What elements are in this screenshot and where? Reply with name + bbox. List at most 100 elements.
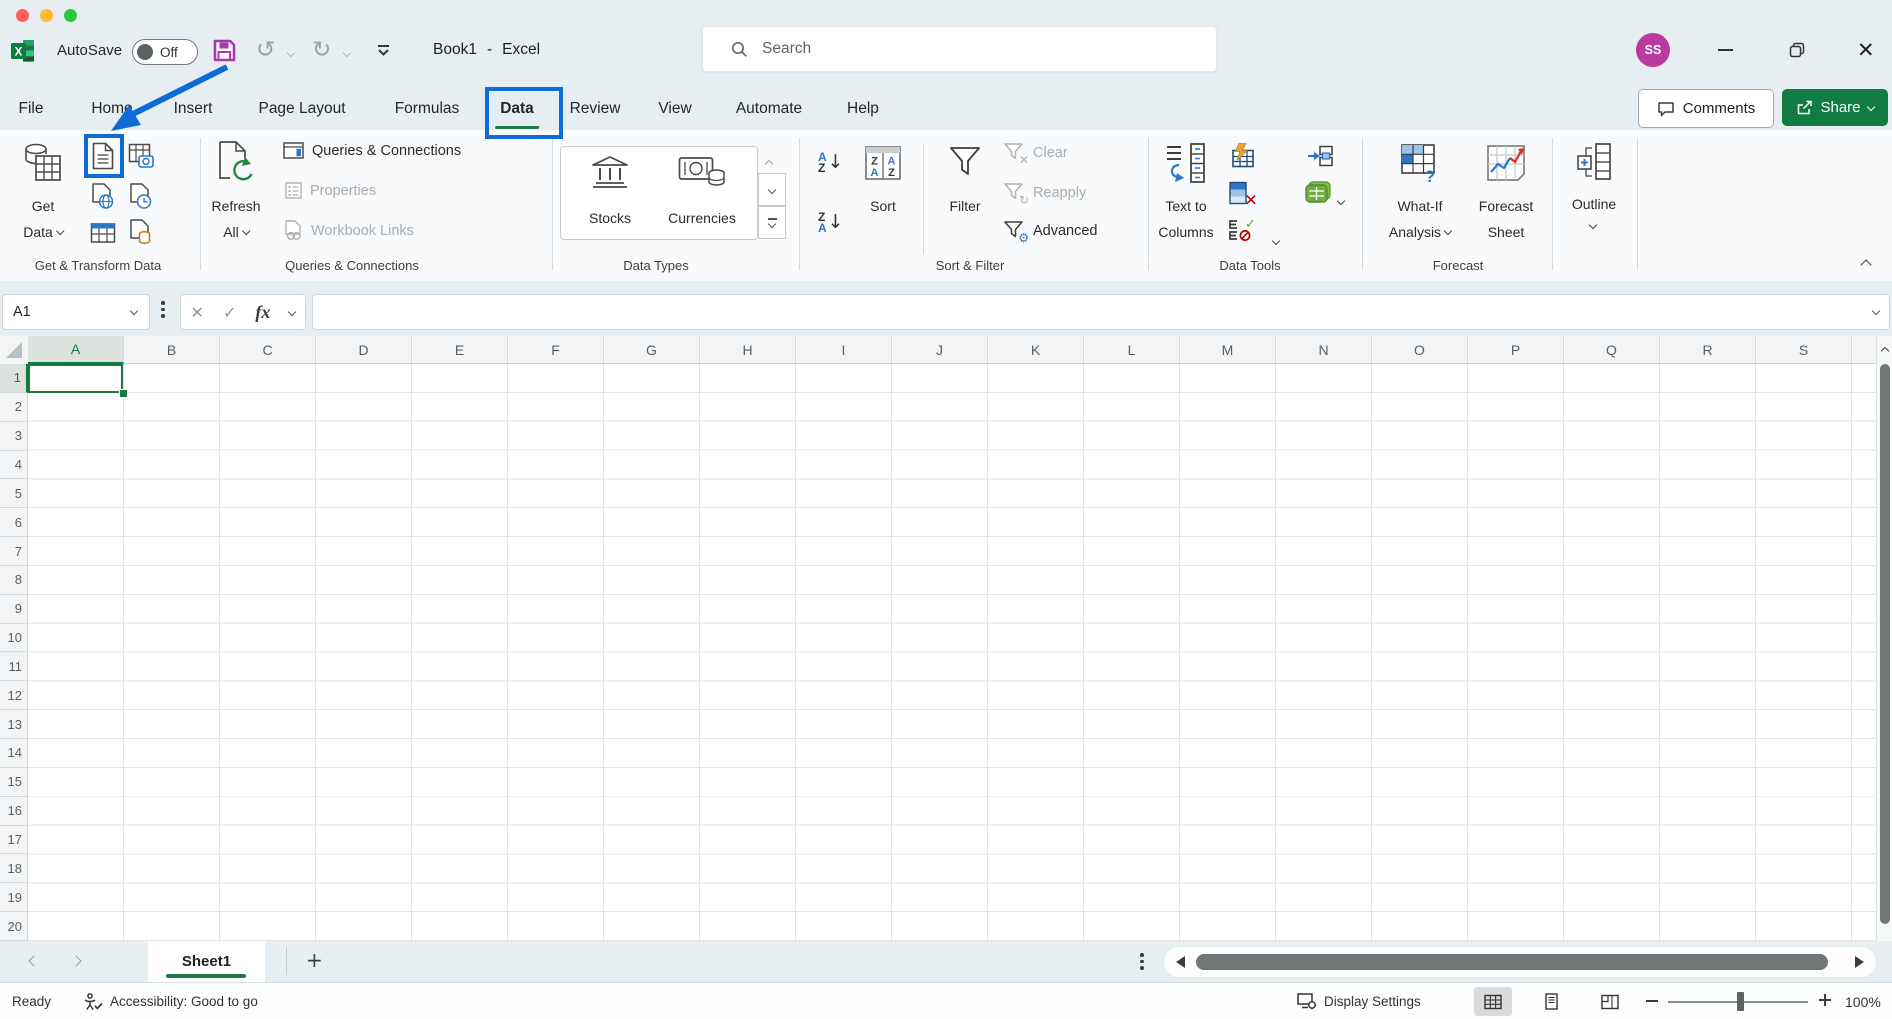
- sort-descending-icon[interactable]: ZA↓: [818, 212, 844, 234]
- comments-button[interactable]: Comments: [1638, 89, 1774, 128]
- column-header-H[interactable]: H: [700, 336, 796, 364]
- column-header-Q[interactable]: Q: [1564, 336, 1660, 364]
- currencies-icon[interactable]: [678, 156, 726, 188]
- tab-formulas[interactable]: Formulas: [389, 96, 466, 122]
- sort-ascending-icon[interactable]: AZ↓: [818, 152, 844, 174]
- name-box-dropdown-icon[interactable]: [130, 307, 138, 315]
- column-header-P[interactable]: P: [1468, 336, 1564, 364]
- accessibility-status[interactable]: Accessibility: Good to go: [84, 983, 258, 1019]
- row-header-7[interactable]: 7: [0, 537, 28, 566]
- row-header-4[interactable]: 4: [0, 451, 28, 480]
- formula-input[interactable]: [323, 303, 1847, 321]
- fill-handle[interactable]: [119, 389, 128, 398]
- gallery-scroll-down-button[interactable]: [758, 173, 786, 206]
- flash-fill-icon[interactable]: [1229, 143, 1257, 170]
- select-all-corner[interactable]: [0, 336, 29, 365]
- what-if-label-1[interactable]: What-If: [1397, 198, 1442, 214]
- sort-label[interactable]: Sort: [870, 198, 896, 214]
- tab-review[interactable]: Review: [564, 96, 627, 122]
- data-model-dropdown-icon[interactable]: [1337, 197, 1345, 205]
- advanced-filter-button[interactable]: ⚙ Advanced: [1003, 220, 1098, 242]
- filter-label[interactable]: Filter: [949, 198, 980, 214]
- queries-connections-button[interactable]: Queries & Connections: [283, 142, 461, 159]
- restore-button[interactable]: [1789, 42, 1805, 58]
- row-header-18[interactable]: 18: [0, 854, 28, 883]
- get-data-label-1[interactable]: Get: [32, 198, 55, 214]
- row-header-17[interactable]: 17: [0, 826, 28, 855]
- next-sheet-icon[interactable]: [70, 955, 81, 966]
- add-sheet-button[interactable]: +: [306, 948, 323, 972]
- column-header-D[interactable]: D: [316, 336, 412, 364]
- horizontal-scroll-thumb[interactable]: [1196, 954, 1828, 970]
- row-header-3[interactable]: 3: [0, 422, 28, 451]
- column-header-I[interactable]: I: [796, 336, 892, 364]
- outline-icon[interactable]: [1575, 142, 1613, 182]
- outline-label[interactable]: Outline: [1572, 196, 1616, 212]
- scroll-left-icon[interactable]: [1176, 956, 1185, 968]
- forecast-sheet-label-1[interactable]: Forecast: [1479, 198, 1533, 214]
- refresh-all-label-2[interactable]: All: [223, 224, 249, 240]
- row-header-13[interactable]: 13: [0, 710, 28, 739]
- stocks-icon[interactable]: [589, 155, 631, 189]
- what-if-analysis-icon[interactable]: ?: [1400, 143, 1440, 183]
- remove-duplicates-icon[interactable]: ✕: [1228, 181, 1258, 208]
- collapse-ribbon-icon[interactable]: [1860, 259, 1871, 270]
- mac-close-light[interactable]: [16, 9, 29, 22]
- insert-function-icon[interactable]: fx: [255, 302, 270, 323]
- from-web-icon[interactable]: [91, 183, 115, 210]
- existing-connections-icon[interactable]: [129, 219, 153, 246]
- share-button[interactable]: Share: [1782, 89, 1888, 126]
- vertical-scrollbar[interactable]: [1876, 336, 1892, 941]
- column-header-A[interactable]: A: [28, 336, 124, 364]
- minimize-button[interactable]: [1717, 49, 1733, 51]
- column-header-B[interactable]: B: [124, 336, 220, 364]
- row-header-14[interactable]: 14: [0, 739, 28, 768]
- column-header-R[interactable]: R: [1660, 336, 1756, 364]
- column-header-O[interactable]: O: [1372, 336, 1468, 364]
- column-header-E[interactable]: E: [412, 336, 508, 364]
- row-header-20[interactable]: 20: [0, 912, 28, 941]
- from-table-range-icon[interactable]: [90, 220, 116, 244]
- currencies-label[interactable]: Currencies: [668, 210, 736, 226]
- text-to-columns-label-2[interactable]: Columns: [1158, 224, 1213, 240]
- row-header-12[interactable]: 12: [0, 681, 28, 710]
- row-header-11[interactable]: 11: [0, 653, 28, 682]
- customize-quick-access-icon[interactable]: [376, 44, 391, 57]
- column-header-K[interactable]: K: [988, 336, 1084, 364]
- tab-help[interactable]: Help: [841, 96, 885, 122]
- search-input[interactable]: [760, 39, 1184, 59]
- view-page-layout-button[interactable]: [1543, 983, 1560, 1019]
- column-header-J[interactable]: J: [892, 336, 988, 364]
- sheet-tab-active[interactable]: Sheet1: [148, 941, 265, 982]
- scroll-up-icon[interactable]: [1881, 347, 1889, 355]
- row-header-5[interactable]: 5: [0, 479, 28, 508]
- text-to-columns-icon[interactable]: [1165, 142, 1207, 184]
- row-header-10[interactable]: 10: [0, 624, 28, 653]
- zoom-level[interactable]: 100%: [1845, 983, 1881, 1019]
- row-header-1[interactable]: 1: [0, 364, 28, 393]
- row-header-16[interactable]: 16: [0, 797, 28, 826]
- sort-icon[interactable]: Z A A Z: [864, 145, 902, 183]
- formula-bar-drag-handle[interactable]: [161, 301, 165, 318]
- search-bar[interactable]: [702, 26, 1217, 72]
- name-box[interactable]: A1: [2, 294, 150, 330]
- column-header-G[interactable]: G: [604, 336, 700, 364]
- row-header-6[interactable]: 6: [0, 508, 28, 537]
- function-dropdown-icon[interactable]: [288, 308, 296, 316]
- mac-minimize-light[interactable]: [40, 9, 53, 22]
- get-data-label-2[interactable]: Data: [23, 224, 63, 240]
- tab-automate[interactable]: Automate: [730, 96, 808, 122]
- tab-bar-menu-icon[interactable]: [1140, 953, 1144, 970]
- avatar[interactable]: SS: [1636, 33, 1670, 67]
- refresh-all-icon[interactable]: [216, 140, 256, 184]
- get-data-icon[interactable]: [24, 142, 62, 184]
- mac-zoom-light[interactable]: [64, 9, 77, 22]
- row-header-9[interactable]: 9: [0, 595, 28, 624]
- recent-sources-icon[interactable]: [129, 183, 153, 210]
- column-header-S[interactable]: S: [1756, 336, 1852, 364]
- tab-view[interactable]: View: [652, 96, 697, 122]
- scroll-right-icon[interactable]: [1855, 956, 1864, 968]
- confirm-entry-icon[interactable]: ✓: [223, 303, 236, 322]
- data-validation-icon[interactable]: ✓: [1228, 218, 1258, 242]
- tab-page-layout[interactable]: Page Layout: [252, 96, 351, 122]
